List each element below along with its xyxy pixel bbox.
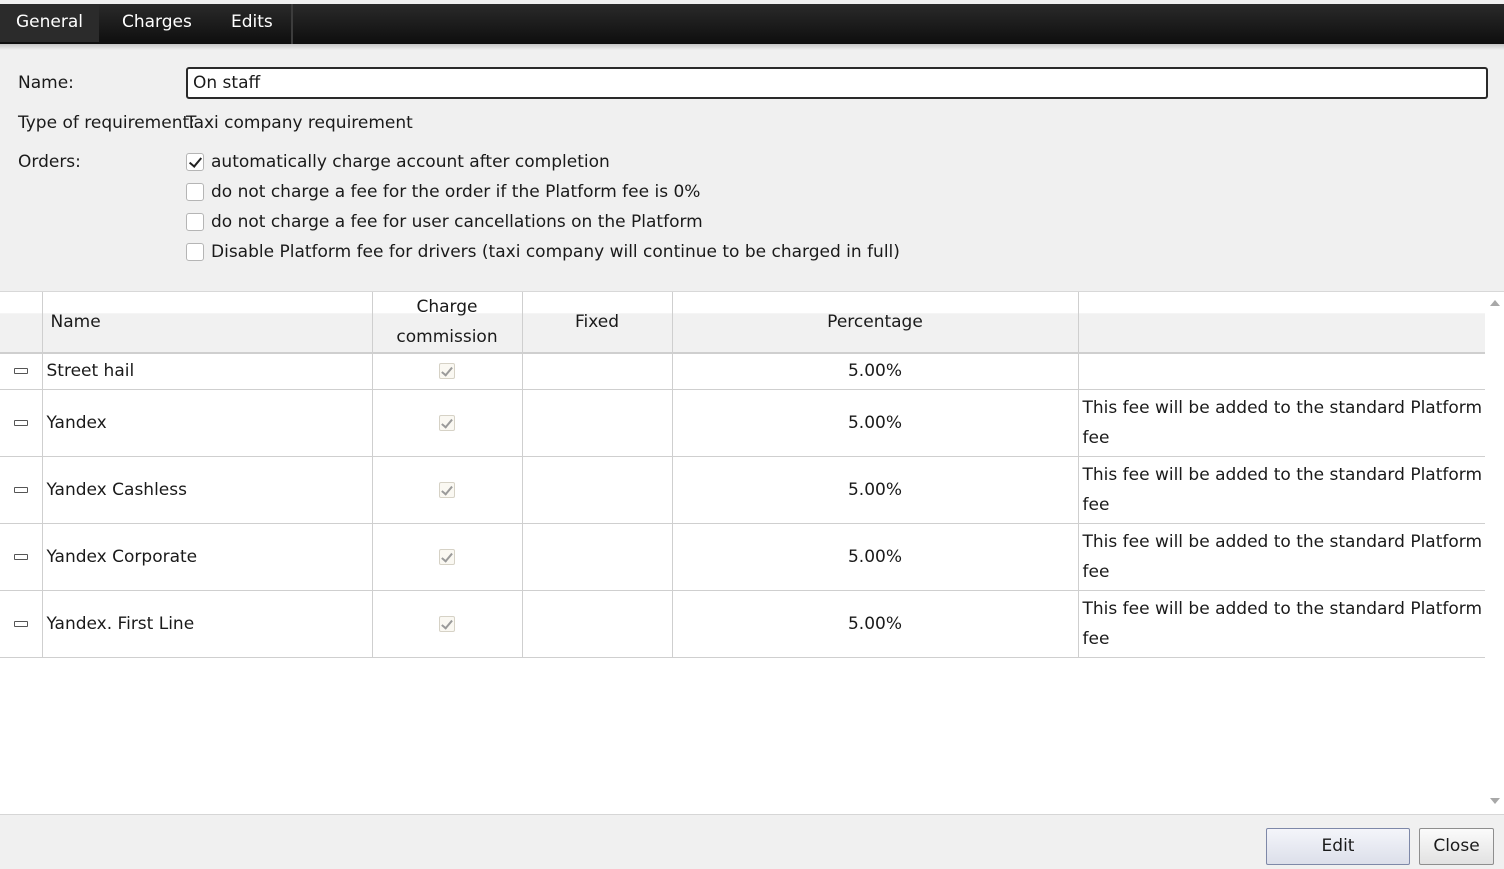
name-label: Name: (18, 73, 74, 93)
no-fee-cancellations-checkbox[interactable] (186, 213, 204, 231)
name-input[interactable] (186, 67, 1488, 99)
table-row[interactable]: Yandex 5.00% This fee will be added to t… (0, 389, 1486, 457)
scroll-down-arrow-icon[interactable] (1490, 798, 1500, 804)
charge-checkbox (439, 615, 455, 632)
tab-general[interactable]: General (0, 4, 99, 42)
no-fee-cancellations-label: do not charge a fee for user cancellatio… (211, 212, 703, 232)
row-fixed (522, 590, 673, 658)
disable-driver-fee-label: Disable Platform fee for drivers (taxi c… (211, 242, 900, 262)
row-name: Yandex (42, 389, 373, 457)
tab-bar-shadow (0, 44, 1504, 50)
header-fixed[interactable]: Fixed (522, 292, 673, 354)
table-row[interactable]: Street hail 5.00% (0, 353, 1486, 390)
option-no-fee-cancellations[interactable]: do not charge a fee for user cancellatio… (186, 212, 703, 232)
auto-charge-checkbox[interactable] (186, 153, 204, 171)
drag-handle-icon[interactable] (13, 368, 28, 375)
drag-handle-icon[interactable] (13, 419, 28, 426)
dialog-footer: Edit Close (0, 814, 1504, 869)
table-row[interactable]: Yandex Cashless 5.00% This fee will be a… (0, 456, 1486, 524)
tab-edits[interactable]: Edits (215, 4, 289, 42)
row-charge (372, 456, 523, 524)
tab-bar: General Charges Edits (0, 4, 1504, 44)
requirement-dialog: General Charges Edits Name: Type of requ… (0, 0, 1504, 869)
row-fixed (522, 353, 673, 390)
drag-handle-icon[interactable] (13, 486, 28, 493)
row-handle[interactable] (0, 389, 43, 457)
row-fixed (522, 456, 673, 524)
charges-table-area: Name Charge commission Fixed Percentage S… (0, 291, 1504, 815)
header-name[interactable]: Name (42, 292, 373, 354)
row-percentage: 5.00% (672, 389, 1079, 457)
scroll-up-arrow-icon[interactable] (1490, 300, 1500, 306)
row-note (1078, 353, 1486, 390)
drag-handle-icon[interactable] (13, 620, 28, 627)
header-charge-line2: commission (396, 327, 498, 347)
table-row[interactable]: Yandex Corporate 5.00% This fee will be … (0, 523, 1486, 591)
row-charge (372, 590, 523, 658)
close-button[interactable]: Close (1419, 828, 1494, 865)
charge-checkbox (439, 414, 455, 431)
row-name: Yandex Cashless (42, 456, 373, 524)
header-handle (0, 292, 43, 354)
row-percentage: 5.00% (672, 456, 1079, 524)
charges-table: Name Charge commission Fixed Percentage S… (0, 292, 1486, 658)
disable-driver-fee-checkbox[interactable] (186, 243, 204, 261)
row-note: This fee will be added to the standard P… (1078, 389, 1486, 457)
row-charge (372, 353, 523, 390)
type-value: Taxi company requirement (186, 113, 413, 133)
row-percentage: 5.00% (672, 353, 1079, 390)
header-charge-line1: Charge (416, 297, 478, 317)
row-note: This fee will be added to the standard P… (1078, 523, 1486, 591)
row-note: This fee will be added to the standard P… (1078, 590, 1486, 658)
vertical-scrollbar[interactable] (1485, 292, 1504, 815)
row-handle[interactable] (0, 353, 43, 390)
row-name: Street hail (42, 353, 373, 390)
auto-charge-label: automatically charge account after compl… (211, 152, 610, 172)
charge-checkbox (439, 363, 455, 380)
header-percentage[interactable]: Percentage (672, 292, 1079, 354)
row-handle[interactable] (0, 456, 43, 524)
row-percentage: 5.00% (672, 590, 1079, 658)
row-charge (372, 523, 523, 591)
row-charge (372, 389, 523, 457)
row-note: This fee will be added to the standard P… (1078, 456, 1486, 524)
tabs-divider (291, 4, 293, 44)
option-auto-charge[interactable]: automatically charge account after compl… (186, 152, 610, 172)
row-handle[interactable] (0, 590, 43, 658)
type-label: Type of requirement: (18, 113, 195, 133)
edit-button[interactable]: Edit (1266, 828, 1410, 865)
drag-handle-icon[interactable] (13, 553, 28, 560)
row-name: Yandex. First Line (42, 590, 373, 658)
table-header-row: Name Charge commission Fixed Percentage (0, 292, 1486, 354)
option-disable-driver-fee[interactable]: Disable Platform fee for drivers (taxi c… (186, 242, 900, 262)
option-no-fee-zero[interactable]: do not charge a fee for the order if the… (186, 182, 700, 202)
table-row[interactable]: Yandex. First Line 5.00% This fee will b… (0, 590, 1486, 658)
orders-label: Orders: (18, 152, 81, 172)
row-percentage: 5.00% (672, 523, 1079, 591)
charge-checkbox (439, 548, 455, 565)
tab-charges[interactable]: Charges (106, 4, 208, 42)
charge-checkbox (439, 481, 455, 498)
row-fixed (522, 389, 673, 457)
row-handle[interactable] (0, 523, 43, 591)
header-charge-commission[interactable]: Charge commission (372, 292, 523, 354)
header-note (1078, 292, 1486, 354)
row-fixed (522, 523, 673, 591)
row-name: Yandex Corporate (42, 523, 373, 591)
no-fee-zero-checkbox[interactable] (186, 183, 204, 201)
no-fee-zero-label: do not charge a fee for the order if the… (211, 182, 701, 202)
